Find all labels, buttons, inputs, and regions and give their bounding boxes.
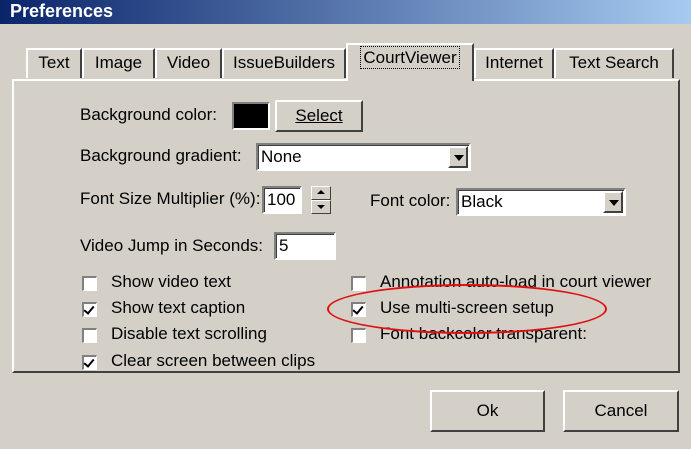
ok-button[interactable]: Ok xyxy=(430,390,545,432)
video-jump-label: Video Jump in Seconds: xyxy=(80,236,264,255)
video-jump-input[interactable]: 5 xyxy=(274,232,336,260)
clear-screen-between-clips-label: Clear screen between clips xyxy=(111,351,316,370)
tab-text[interactable]: Text xyxy=(26,48,82,78)
disable-text-scrolling-checkbox[interactable] xyxy=(82,328,97,343)
font-size-multiplier-label: Font Size Multiplier (%): xyxy=(80,189,261,208)
tab-internet[interactable]: Internet xyxy=(474,48,554,78)
tab-courtviewer[interactable]: CourtViewer xyxy=(346,43,474,81)
chevron-down-icon[interactable] xyxy=(448,146,468,168)
font-color-label: Font color: xyxy=(370,191,451,210)
clear-screen-between-clips-checkbox[interactable] xyxy=(82,355,97,370)
show-video-text-label: Show video text xyxy=(111,272,232,291)
font-size-multiplier-input[interactable]: 100 xyxy=(262,186,302,214)
annotation-auto-load-checkbox[interactable] xyxy=(351,276,366,291)
font-backcolor-transparent-checkbox[interactable] xyxy=(351,328,366,343)
tab-text-search[interactable]: Text Search xyxy=(554,48,674,78)
highlight-ellipse-annotation xyxy=(327,284,607,334)
spin-down-icon[interactable] xyxy=(311,200,331,214)
background-gradient-dropdown[interactable]: None xyxy=(256,143,471,171)
show-text-caption-checkbox[interactable] xyxy=(82,302,97,317)
background-gradient-label: Background gradient: xyxy=(80,146,242,165)
show-text-caption-label: Show text caption xyxy=(111,298,246,317)
window-title: Preferences xyxy=(10,1,114,21)
background-color-label: Background color: xyxy=(80,105,218,124)
select-color-button[interactable]: Select xyxy=(275,100,363,132)
background-color-swatch xyxy=(232,102,270,130)
tab-image[interactable]: Image xyxy=(82,48,155,78)
tab-issuebuilders[interactable]: IssueBuilders xyxy=(222,48,346,78)
spin-up-icon[interactable] xyxy=(311,186,331,200)
chevron-down-icon[interactable] xyxy=(603,191,623,213)
title-bar: Preferences xyxy=(0,0,691,24)
tab-video[interactable]: Video xyxy=(155,48,222,78)
cancel-button[interactable]: Cancel xyxy=(563,390,679,432)
disable-text-scrolling-label: Disable text scrolling xyxy=(111,324,267,343)
font-color-dropdown[interactable]: Black xyxy=(456,188,626,216)
show-video-text-checkbox[interactable] xyxy=(82,276,97,291)
